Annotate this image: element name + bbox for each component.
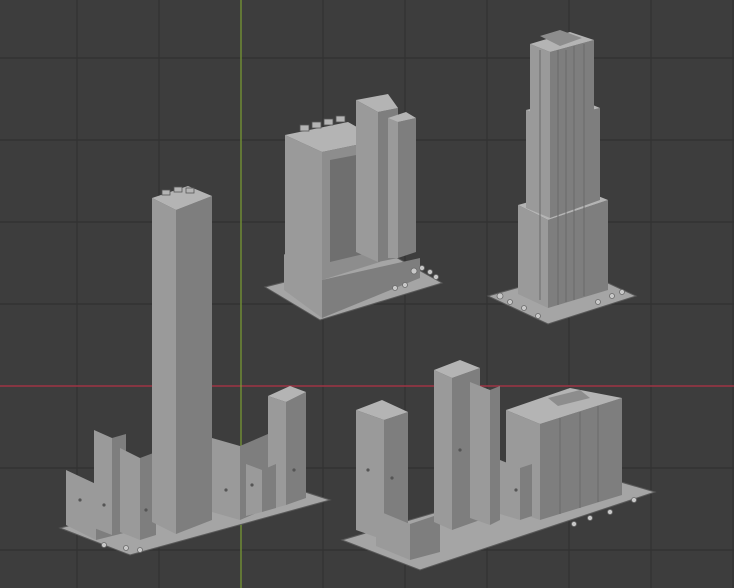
- model-wide-office-tower[interactable]: [263, 94, 444, 321]
- viewport-canvas[interactable]: [0, 0, 734, 588]
- 3d-viewport[interactable]: [0, 0, 734, 588]
- model-low-city-block[interactable]: [340, 360, 657, 571]
- model-stepped-art-deco-tower[interactable]: [486, 30, 638, 325]
